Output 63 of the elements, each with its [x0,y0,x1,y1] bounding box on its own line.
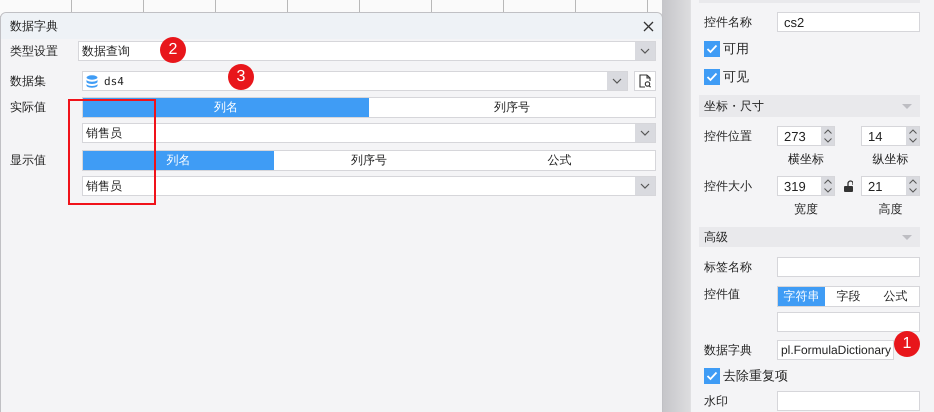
axis-label: 横坐标 [787,151,825,168]
column-dropdown[interactable]: 销售员 [82,123,656,143]
padlock-icon[interactable] [844,180,852,192]
window-title: 数据字典 [10,18,58,34]
chevron-down-icon [640,130,650,136]
chevron-down-icon [612,78,622,84]
number-spinner[interactable]: 273 [777,126,835,146]
segment-tab[interactable]: 公式 [464,151,656,170]
document-search-icon [639,74,651,88]
value-field[interactable] [777,312,920,332]
watermark-field[interactable] [777,391,920,411]
segment-tab[interactable]: 公式 [872,287,919,306]
chevron-down-icon[interactable] [908,138,916,143]
annotation-badge: 1 [894,331,920,357]
checkbox[interactable] [704,41,720,57]
column-dropdown[interactable]: 销售员 [82,176,656,196]
segment-tab[interactable]: 列序号 [274,151,464,170]
axis-label: 纵坐标 [872,151,910,168]
field-label: 控件位置 [703,128,753,144]
field-label: 类型设置 [10,42,59,60]
chevron-up-icon[interactable] [824,179,832,184]
preview-button[interactable] [634,71,656,91]
field-label: 数据集 [10,72,47,90]
axis-label: 高度 [878,201,904,218]
chevron-down-icon[interactable] [824,138,832,143]
field-label: 控件值 [703,286,741,303]
number-spinner[interactable]: 319 [777,176,835,196]
checkbox-label: 可用 [723,40,749,58]
section-title: 坐标・尺寸 [704,98,764,114]
segment-tab[interactable]: 列序号 [369,98,655,117]
name-field[interactable]: cs2 [777,12,920,32]
field-label: 显示值 [10,152,47,169]
close-icon[interactable] [643,20,654,32]
section-header[interactable]: 坐标・尺寸 [699,95,920,117]
section-header[interactable]: 高级 [699,227,920,247]
database-icon [86,74,98,88]
chevron-down-icon[interactable] [824,188,832,193]
collapse-triangle-icon [902,234,912,240]
checkbox-label: 可见 [723,68,749,86]
checkbox-label: 去除重复项 [723,367,788,385]
dictionary-field[interactable]: pl.FormulaDictionary [777,340,894,360]
field-label: 控件名称 [703,14,753,30]
collapse-triangle-icon [902,104,912,108]
chevron-down-icon [640,48,650,54]
chevron-up-icon[interactable] [824,129,832,134]
segment-tab[interactable]: 字段 [825,287,872,306]
section-title: 高级 [704,228,728,246]
number-spinner[interactable]: 14 [861,126,920,146]
field-label: 控件大小 [703,178,753,194]
chevron-down-icon [640,183,650,189]
annotation-badge: 3 [228,64,254,90]
field-label: 数据字典 [703,342,753,358]
checkbox[interactable] [704,368,720,384]
checkbox[interactable] [704,69,720,85]
axis-label: 宽度 [793,201,819,218]
chevron-up-icon[interactable] [908,129,916,134]
field-label: 水印 [703,392,729,410]
chevron-down-icon[interactable] [908,188,916,193]
label-name-field[interactable] [777,257,920,277]
field-label: 实际值 [10,99,47,116]
number-spinner[interactable]: 21 [861,176,920,196]
chevron-up-icon[interactable] [908,179,916,184]
field-label: 标签名称 [703,258,753,276]
